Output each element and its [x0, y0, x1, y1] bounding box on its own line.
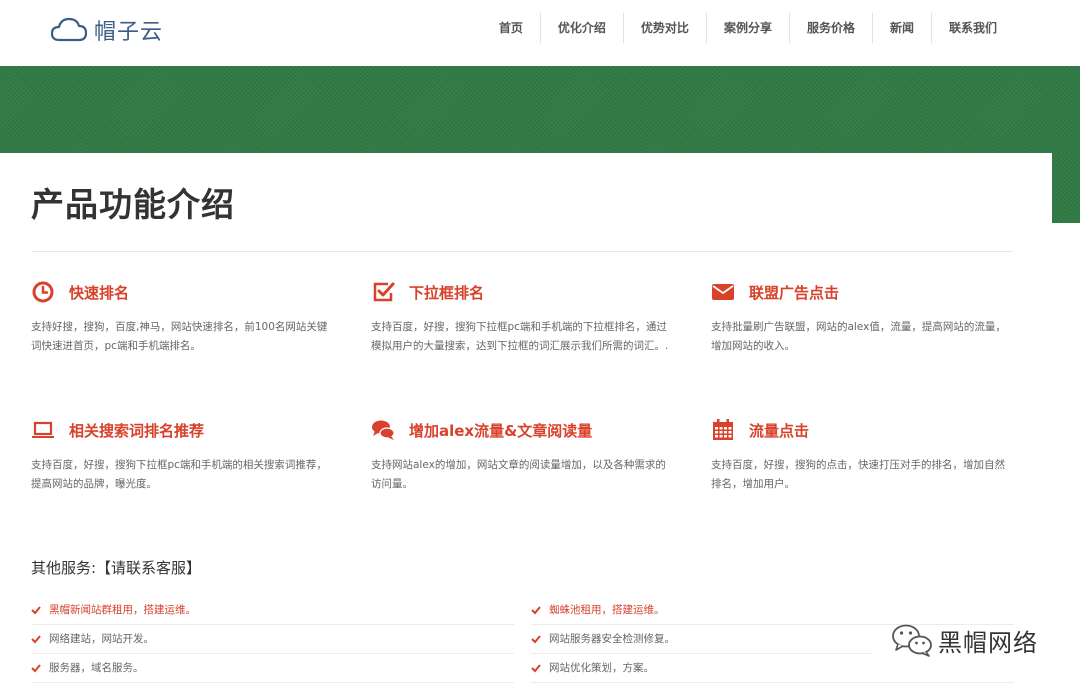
calendar-icon — [713, 419, 733, 440]
service-text: 服务器，域名服务。 — [49, 662, 144, 674]
laptop-icon — [32, 421, 54, 438]
feature-title: 相关搜索词排名推荐 — [69, 421, 205, 440]
checkbox-icon — [373, 282, 395, 302]
feature-card: 联盟广告点击 支持批量刷广告联盟，网站的alex值，流量，提高网站的流量，增加网… — [711, 280, 1011, 356]
brand-name: 帽子云 — [94, 20, 164, 45]
service-item[interactable]: 网站优化策划，方案。 — [531, 654, 1014, 683]
hero-band-edge — [1052, 153, 1080, 223]
feature-description: 支持批量刷广告联盟，网站的alex值，流量，提高网站的流量，增加网站的收入。 — [711, 321, 1006, 352]
chat-bubbles-icon — [372, 420, 395, 440]
check-icon — [31, 635, 41, 644]
watermark-text: 黑帽网络 — [938, 628, 1038, 657]
envelope-icon — [712, 284, 734, 300]
cloud-icon — [50, 17, 88, 42]
service-item[interactable]: 网站服务器安全检测修复。 — [531, 625, 871, 654]
feature-description: 支持网站alex的增加，网站文章的阅读量增加，以及各种需求的访问量。 — [371, 459, 666, 490]
feature-title: 流量点击 — [749, 421, 810, 440]
wechat-icon — [892, 624, 932, 657]
feature-card: 下拉框排名 支持百度，好搜，搜狗下拉框pc端和手机端的下拉框排名，通过模拟用户的… — [371, 280, 671, 356]
feature-description: 支持好搜，搜狗，百度,神马，网站快速排名，前100名网站关键词快速进首页，pc端… — [31, 321, 328, 352]
feature-title: 下拉框排名 — [409, 283, 485, 302]
hero-band — [0, 66, 1080, 153]
service-item[interactable]: 服务器，域名服务。 — [31, 654, 514, 683]
nav-pricing[interactable]: 服务价格 — [788, 13, 872, 43]
check-icon — [31, 664, 41, 673]
service-text: 网站优化策划，方案。 — [549, 662, 654, 674]
feature-title: 联盟广告点击 — [749, 283, 840, 302]
main-nav: 首页 优化介绍 优势对比 案例分享 服务价格 新闻 联系我们 — [482, 13, 1014, 43]
feature-card: 增加alex流量&文章阅读量 支持网站alex的增加，网站文章的阅读量增加，以及… — [371, 418, 671, 494]
feature-description: 支持百度，好搜，搜狗的点击，快速打压对手的排名，增加自然排名，增加用户。 — [711, 459, 1005, 490]
nav-optimization[interactable]: 优化介绍 — [539, 13, 623, 43]
watermark: 黑帽网络 — [890, 622, 1038, 658]
check-icon — [31, 606, 41, 615]
nav-news[interactable]: 新闻 — [871, 13, 931, 43]
feature-card: 流量点击 支持百度，好搜，搜狗的点击，快速打压对手的排名，增加自然排名，增加用户… — [711, 418, 1011, 494]
feature-card: 快速排名 支持好搜，搜狗，百度,神马，网站快速排名，前100名网站关键词快速进首… — [31, 280, 331, 356]
nav-contact[interactable]: 联系我们 — [930, 13, 1014, 43]
service-item[interactable]: 黑帽新闻站群租用，搭建运维。 — [31, 596, 514, 625]
service-text: 网站服务器安全检测修复。 — [549, 633, 675, 645]
nav-cases[interactable]: 案例分享 — [705, 13, 789, 43]
nav-advantages[interactable]: 优势对比 — [622, 13, 706, 43]
nav-home[interactable]: 首页 — [482, 13, 540, 43]
service-text: 黑帽新闻站群租用，搭建运维。 — [49, 604, 196, 616]
clock-icon — [32, 281, 54, 303]
check-icon — [531, 606, 541, 615]
service-text: 网络建站，网站开发。 — [49, 633, 154, 645]
logo[interactable]: 帽子云 — [50, 14, 163, 46]
service-item[interactable]: 网络建站，网站开发。 — [31, 625, 514, 654]
feature-description: 支持百度，好搜，搜狗下拉框pc端和手机端的下拉框排名，通过模拟用户的大量搜索，达… — [371, 321, 669, 352]
divider — [31, 251, 1013, 252]
services-title: 其他服务:【请联系客服】 — [31, 559, 202, 577]
page-title: 产品功能介绍 — [31, 185, 235, 224]
site-header: 帽子云 首页 优化介绍 优势对比 案例分享 服务价格 新闻 联系我们 — [0, 0, 1080, 66]
feature-card: 相关搜索词排名推荐 支持百度，好搜，搜狗下拉框pc端和手机端的相关搜索词推荐，提… — [31, 418, 331, 494]
check-icon — [531, 664, 541, 673]
feature-title: 快速排名 — [69, 283, 130, 302]
feature-description: 支持百度，好搜，搜狗下拉框pc端和手机端的相关搜索词推荐，提高网站的品牌，曝光度… — [31, 459, 327, 490]
service-item[interactable]: 蜘蛛池租用，搭建运维。 — [531, 596, 1014, 625]
feature-title: 增加alex流量&文章阅读量 — [409, 421, 593, 440]
service-text: 蜘蛛池租用，搭建运维。 — [549, 604, 665, 616]
check-icon — [531, 635, 541, 644]
